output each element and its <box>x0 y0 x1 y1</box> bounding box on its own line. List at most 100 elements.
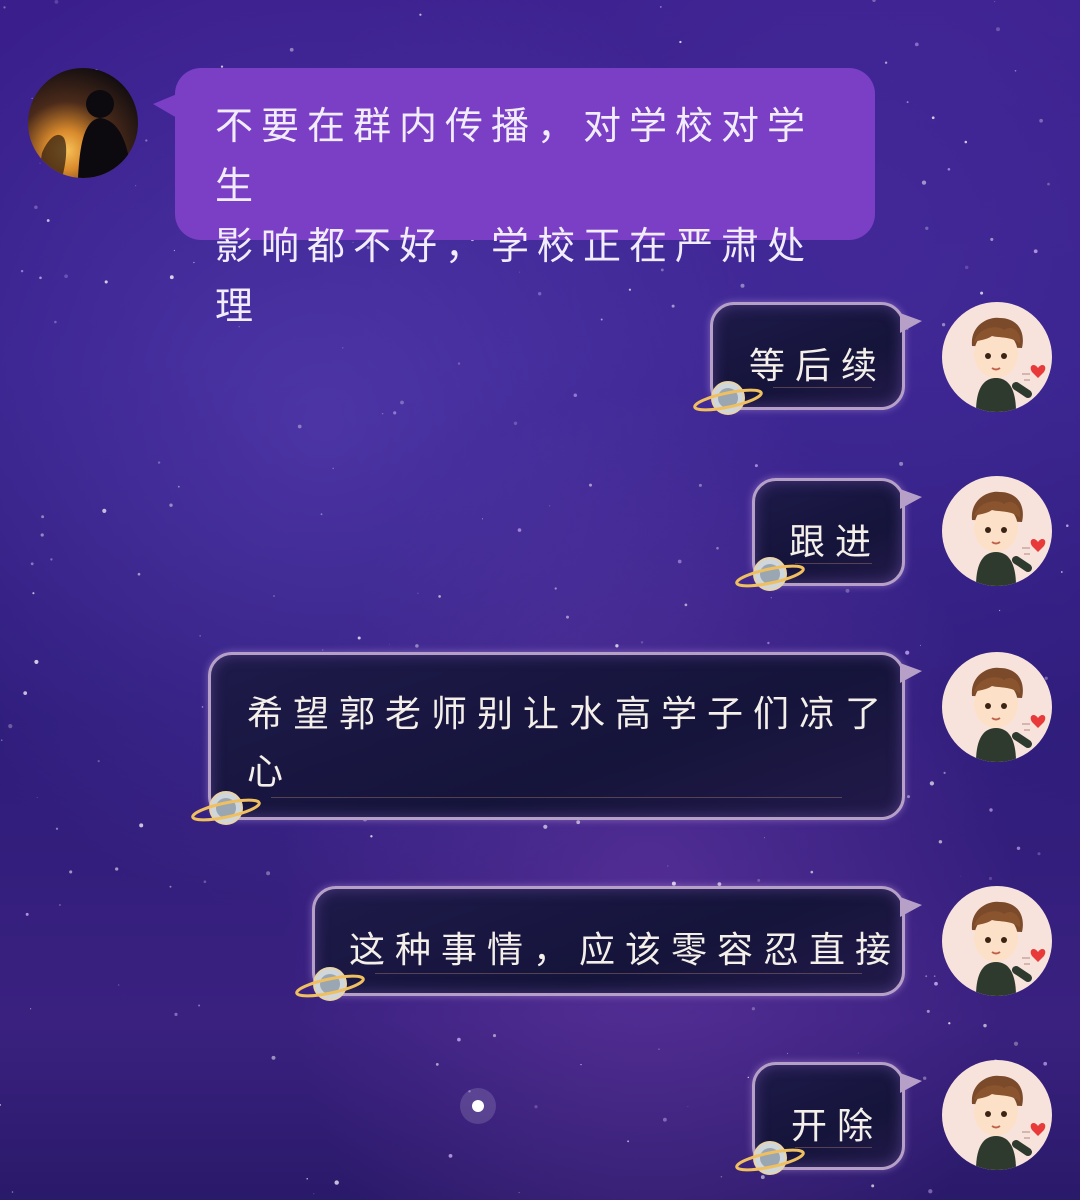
star <box>321 649 324 651</box>
star <box>925 226 929 230</box>
star <box>1016 846 1021 851</box>
outgoing-bubble[interactable]: 希望郭老师别让水高学子们凉了 心 <box>191 652 922 825</box>
star <box>30 562 34 566</box>
star <box>435 1062 439 1066</box>
star <box>925 975 928 978</box>
star <box>419 13 422 16</box>
star <box>964 265 969 270</box>
self-avatar[interactable] <box>942 886 1052 996</box>
heart-icon <box>1030 365 1046 378</box>
star <box>513 421 518 425</box>
star <box>993 0 996 3</box>
star <box>198 1004 201 1007</box>
person-silhouette-icon <box>38 90 132 178</box>
star <box>914 42 919 47</box>
star <box>1047 182 1050 186</box>
star <box>457 362 461 365</box>
star <box>990 237 994 241</box>
planet-ring-icon <box>295 967 365 1001</box>
bubble-tail <box>153 94 177 118</box>
star <box>543 824 548 829</box>
bubble-underline <box>271 797 842 798</box>
star <box>667 865 669 867</box>
star <box>659 5 662 8</box>
cartoon-boy-icon <box>971 1075 1046 1170</box>
star <box>34 659 39 664</box>
heart-icon <box>1030 539 1046 552</box>
star <box>36 796 38 799</box>
star <box>845 588 850 593</box>
star <box>615 644 619 648</box>
star <box>139 823 144 828</box>
bubble-tail <box>900 1073 922 1093</box>
star <box>996 27 1000 32</box>
star <box>905 650 910 655</box>
star <box>857 1052 859 1054</box>
star <box>370 835 373 838</box>
message-line: 希望郭老师别让水高学子们凉了 <box>247 694 892 735</box>
star <box>64 274 68 279</box>
star <box>960 875 962 877</box>
star <box>34 205 38 210</box>
star <box>872 0 876 3</box>
star <box>677 559 682 564</box>
star <box>11 1191 14 1193</box>
star <box>663 1117 667 1122</box>
star <box>754 464 758 468</box>
star <box>934 981 938 986</box>
star <box>747 1076 750 1079</box>
star <box>415 644 419 648</box>
outgoing-bubble[interactable]: 等后续 <box>693 302 922 415</box>
outgoing-bubble[interactable]: 开除 <box>735 1062 922 1175</box>
message-text: 等后续 <box>749 346 888 387</box>
star <box>923 1076 927 1080</box>
bubble-underline <box>795 563 872 564</box>
star <box>671 881 676 886</box>
outgoing-bubble[interactable]: 跟进 <box>735 478 922 591</box>
star <box>580 1063 582 1066</box>
sender-avatar[interactable] <box>28 68 138 178</box>
self-avatar[interactable] <box>942 302 1052 412</box>
star <box>306 1177 308 1180</box>
star <box>964 140 968 144</box>
star <box>173 249 176 252</box>
star <box>1060 571 1063 573</box>
heart-icon <box>1030 949 1046 962</box>
cartoon-boy-icon <box>971 901 1046 996</box>
star <box>1039 118 1043 123</box>
heart-icon <box>1030 715 1046 728</box>
star <box>899 461 904 466</box>
star <box>554 587 557 590</box>
bubble-tail <box>900 313 922 333</box>
star <box>400 400 404 405</box>
star <box>32 592 35 595</box>
star <box>448 1154 453 1158</box>
star <box>273 595 275 597</box>
star <box>938 840 943 844</box>
star <box>457 1037 461 1042</box>
star <box>203 880 207 884</box>
star <box>46 219 50 222</box>
star <box>39 162 41 164</box>
star <box>389 643 391 645</box>
self-avatar[interactable] <box>942 476 1052 586</box>
star <box>381 412 384 415</box>
star <box>548 504 551 507</box>
star <box>684 603 688 607</box>
outgoing-bubble[interactable]: 这种事情，应该零容忍直接 <box>295 886 922 1001</box>
star <box>1033 249 1038 254</box>
star <box>988 876 993 881</box>
self-avatar[interactable] <box>942 1060 1052 1170</box>
star <box>948 1022 951 1025</box>
self-avatar[interactable] <box>942 652 1052 762</box>
star <box>492 1034 497 1038</box>
incoming-bubble[interactable]: 不要在群内传播，对学校对学生 影响都不好，学校正在严肃处理 <box>153 68 875 328</box>
star <box>8 724 13 729</box>
star <box>943 771 946 775</box>
star <box>332 467 334 470</box>
bubble-underline <box>773 387 872 388</box>
star <box>1014 69 1017 72</box>
star <box>320 513 323 516</box>
star <box>135 185 137 187</box>
star <box>589 483 592 487</box>
